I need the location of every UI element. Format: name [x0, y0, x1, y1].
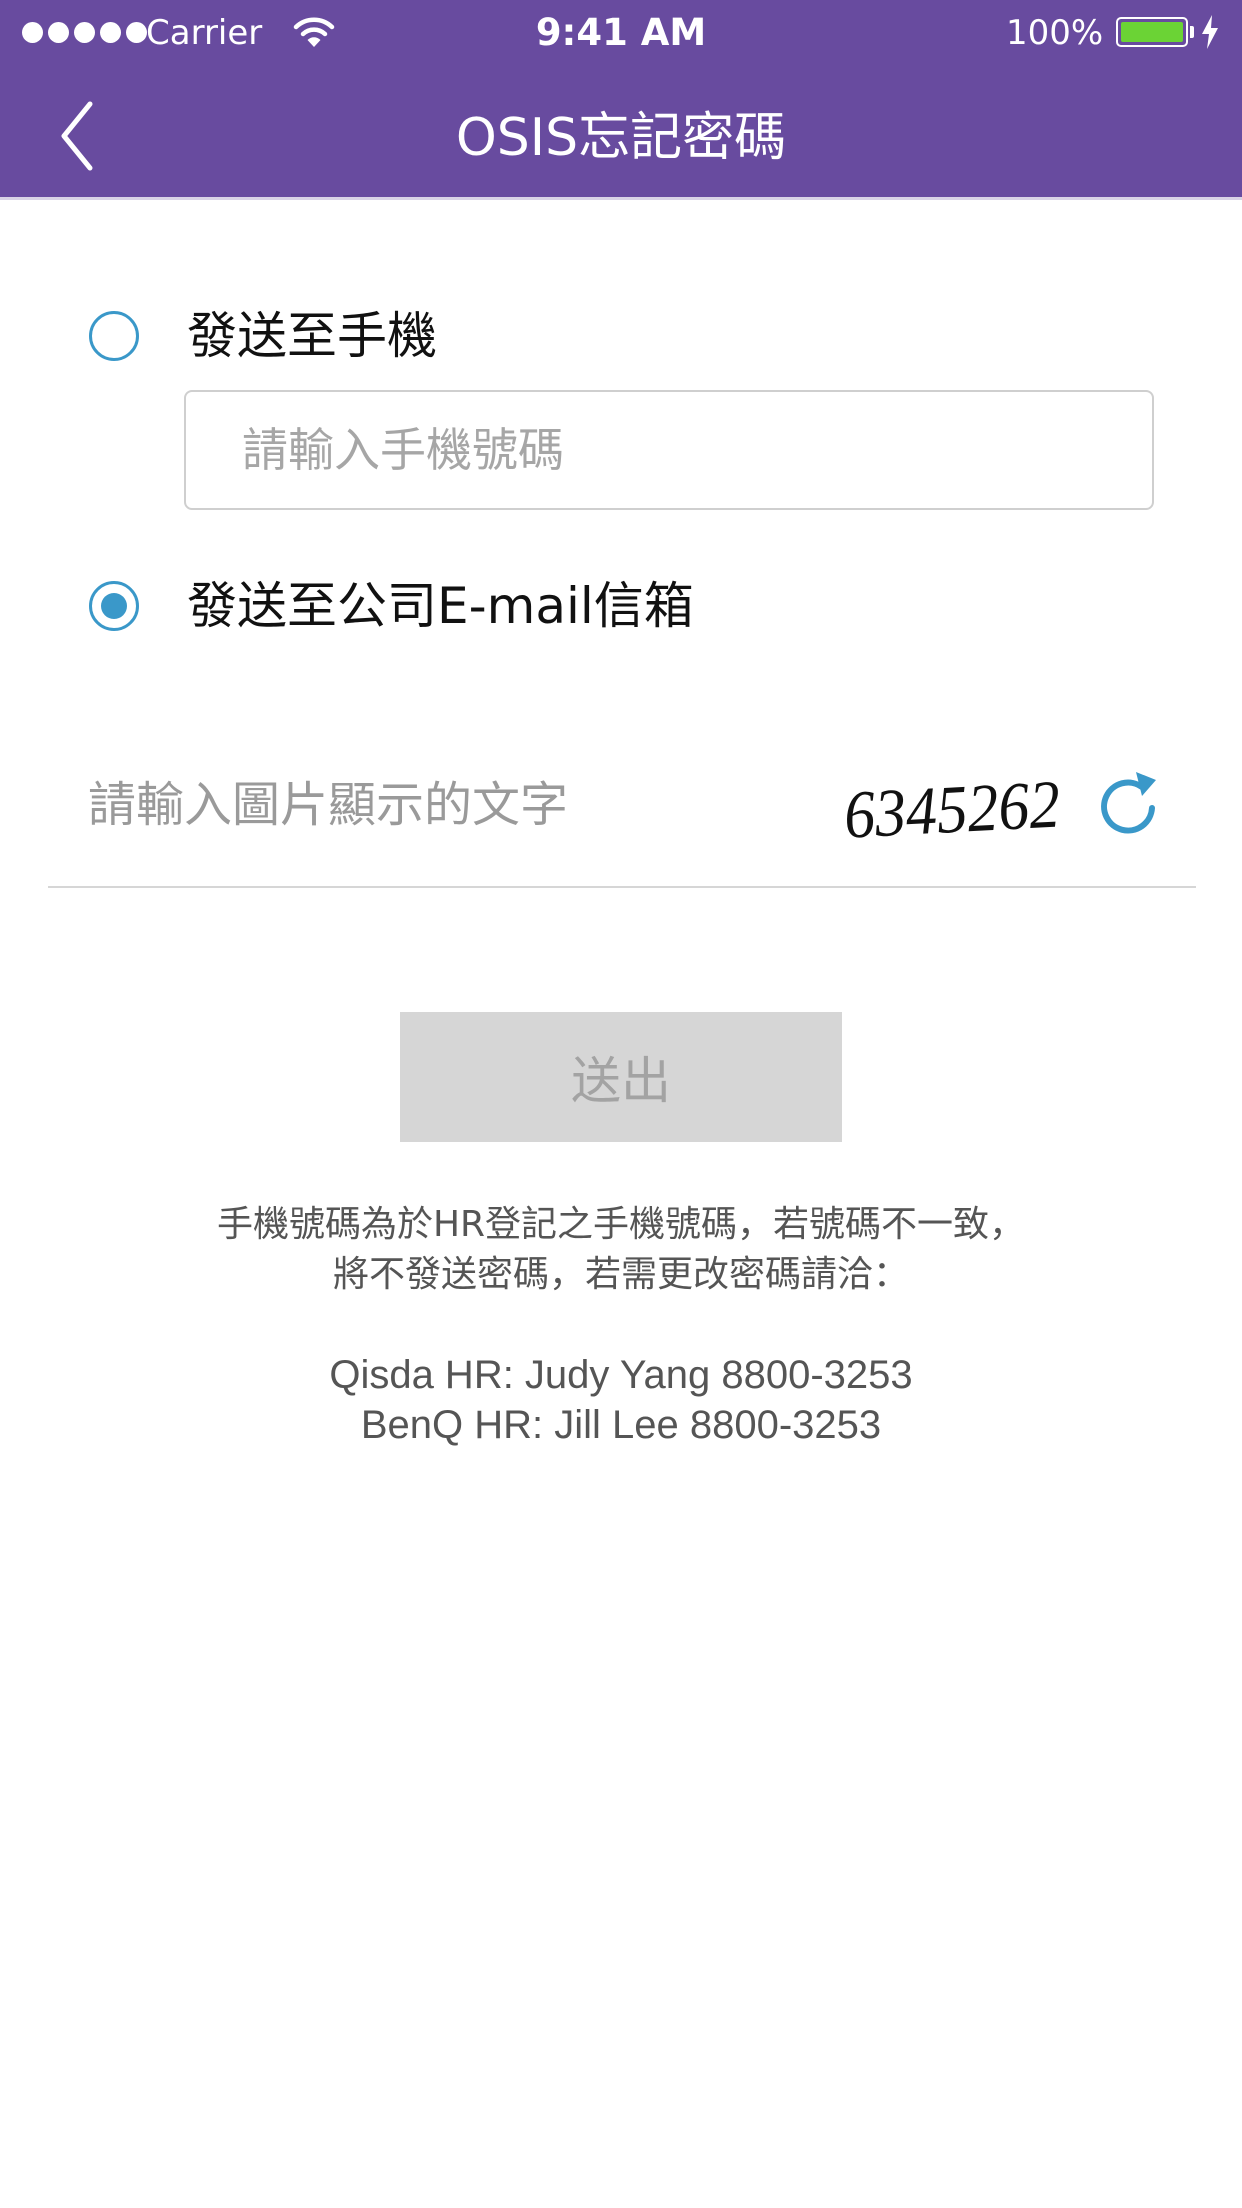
battery-icon — [1116, 17, 1188, 47]
refresh-icon — [1101, 772, 1156, 834]
forgot-password-screen: Carrier 9:41 AM 100% OSIS忘記密碼 發送至手機 請輸入手… — [0, 0, 1242, 2208]
page-title: OSIS忘記密碼 — [455, 108, 787, 168]
captcha-text: 6345262 — [842, 766, 1062, 853]
note-line-2: 將不發送密碼，若需更改密碼請洽： — [332, 1254, 909, 1295]
radio-send-to-phone[interactable] — [89, 311, 139, 361]
captcha-divider — [48, 886, 1196, 888]
phone-number-input[interactable] — [184, 390, 1154, 510]
note-line-1: 手機號碼為於HR登記之手機號碼，若號碼不一致， — [216, 1204, 1026, 1245]
captcha-input[interactable] — [88, 765, 808, 845]
battery-percentage: 100% — [1006, 13, 1104, 53]
navigation-bar: OSIS忘記密碼 — [0, 66, 1242, 197]
refresh-captcha-button[interactable] — [1096, 766, 1160, 838]
radio-send-to-email[interactable] — [89, 581, 139, 631]
contact-benq-hr: BenQ HR: Jill Lee 8800-3253 — [360, 1403, 882, 1447]
status-bar: Carrier 9:41 AM 100% — [0, 0, 1242, 66]
contact-qisda-hr: Qisda HR: Judy Yang 8800-3253 — [329, 1353, 913, 1397]
option-label-email[interactable]: 發送至公司E-mail信箱 — [187, 576, 694, 636]
header: Carrier 9:41 AM 100% OSIS忘記密碼 — [0, 0, 1242, 200]
submit-button[interactable]: 送出 — [400, 1012, 842, 1142]
captcha-image: 6345262 — [842, 766, 1062, 853]
radio-selected-dot — [101, 593, 127, 619]
option-label-phone[interactable]: 發送至手機 — [187, 306, 437, 366]
battery-fill — [1121, 22, 1183, 42]
charging-bolt-icon — [1202, 15, 1218, 49]
battery-tip — [1190, 26, 1194, 38]
